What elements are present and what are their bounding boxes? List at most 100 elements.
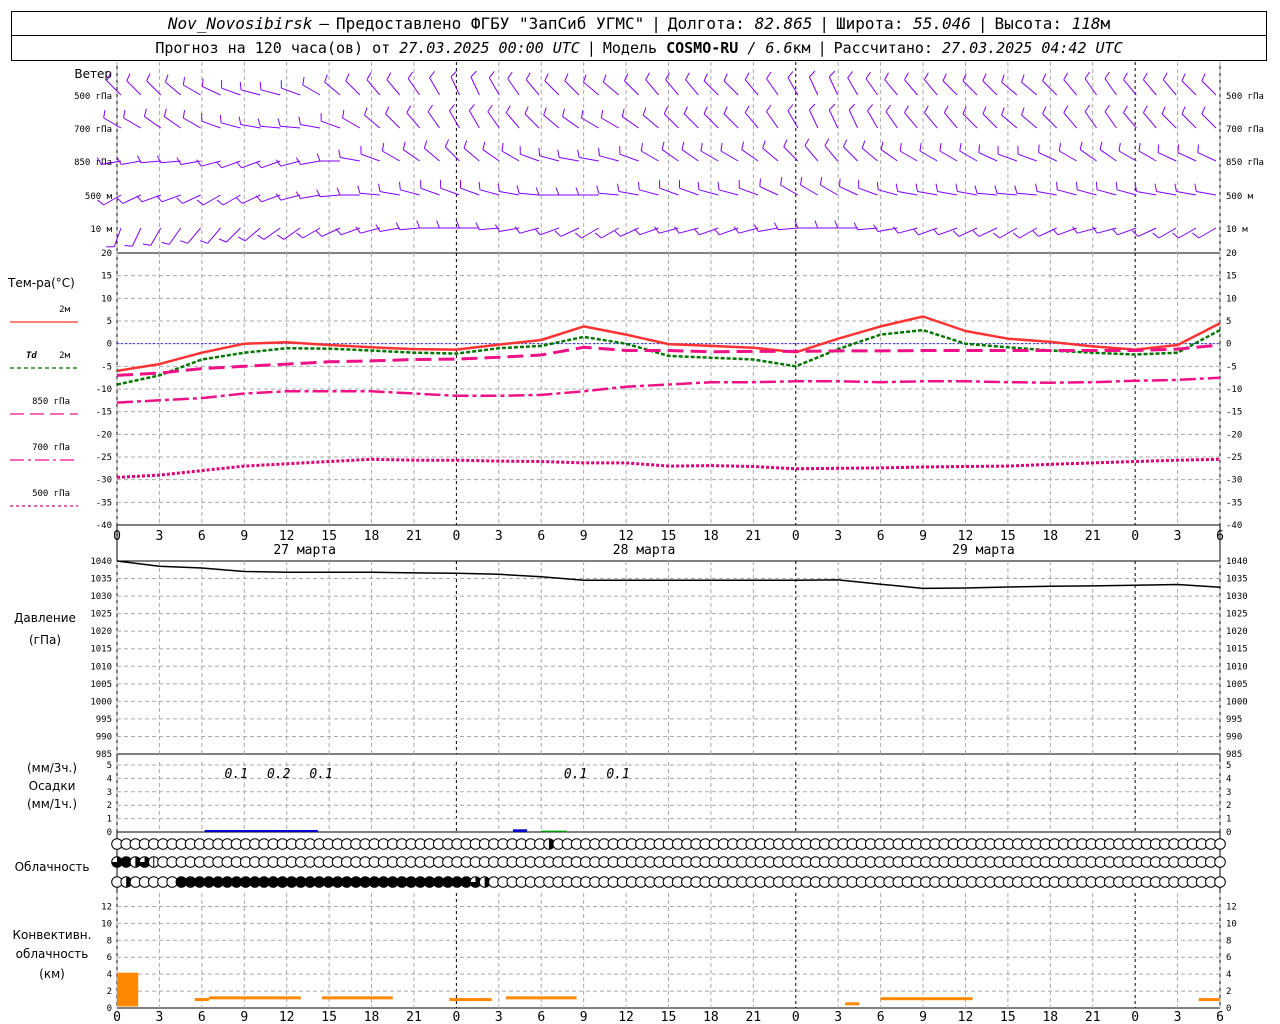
precip-value-label: 0.2: [267, 767, 291, 782]
wind-barb-flag: [1181, 106, 1186, 115]
wind-barb-flag: [505, 105, 511, 113]
wind-barb-staff: [1042, 80, 1058, 96]
x-tick-label-bottom: 15: [1000, 1010, 1016, 1024]
wind-barb-staff: [562, 116, 580, 129]
wind-barb-staff: [260, 125, 281, 129]
wind-barb-staff: [539, 155, 560, 162]
wind-barb-staff: [839, 186, 858, 196]
wind-barb-staff: [379, 227, 400, 232]
convective-bar: [194, 998, 209, 1002]
wind-barb-flag: [939, 143, 942, 152]
wind-barb-flag: [1142, 105, 1148, 113]
wind-barb-staff: [470, 76, 480, 96]
x-tick-label-bottom: 12: [618, 1010, 634, 1024]
wind-barb-staff: [113, 227, 122, 247]
wind-barb-flag: [982, 106, 987, 115]
wind-barb-flag: [959, 143, 962, 152]
wind-barb-staff: [1198, 227, 1217, 239]
wind-barb-staff: [880, 149, 898, 162]
wind-barb-staff: [1097, 189, 1117, 196]
precip-bar: [541, 830, 567, 833]
wind-barb-staff: [1181, 80, 1197, 96]
wind-barb-flag: [255, 161, 262, 169]
conv-title-2: облачность: [16, 947, 89, 961]
wind-barb-flag: [302, 77, 305, 86]
wind-barb-staff: [1143, 79, 1157, 96]
wind-barb-flag: [885, 104, 891, 112]
wind-barb-staff: [865, 78, 878, 96]
wind-barb-staff: [150, 227, 162, 246]
wind-barb-staff: [366, 79, 381, 96]
x-tick-label-bottom: 9: [240, 1010, 248, 1024]
wind-barb-flag: [919, 143, 922, 152]
wind-barb-staff: [1001, 81, 1018, 96]
wind-barb-flag: [853, 222, 859, 230]
wind-barb-staff: [723, 80, 739, 96]
wind-barb-staff: [168, 227, 182, 245]
wind-barb-flag: [974, 185, 978, 194]
wind-barb-flag: [1174, 183, 1177, 192]
wind-barb-staff: [1161, 113, 1177, 129]
wind-barb-flag: [683, 106, 688, 115]
wind-barb-staff: [978, 227, 998, 237]
wind-barb-staff: [300, 160, 321, 165]
wind-barb-flag: [355, 226, 361, 234]
wind-barb-staff: [808, 76, 819, 96]
conv-tick-left: 8: [107, 936, 112, 946]
wind-barb-staff: [321, 120, 341, 129]
wind-barb-staff: [978, 152, 998, 162]
pres-tick-left: 1035: [90, 575, 112, 585]
x-tick-label-bottom: 12: [958, 1010, 974, 1024]
wind-barb-flag: [298, 116, 301, 125]
wind-barb-staff: [300, 124, 321, 129]
pres-tick-left: 1005: [90, 680, 112, 690]
cloud-circle: [1214, 876, 1226, 888]
wind-barb-staff: [126, 80, 142, 96]
wind-barb-staff: [479, 189, 500, 196]
wind-barb-flag: [564, 73, 569, 82]
wind-barb-flag: [741, 141, 745, 150]
wind-title: Ветер: [74, 67, 112, 81]
wind-barb-staff: [718, 189, 739, 196]
temp-tick-right: 0: [1226, 340, 1231, 350]
wind-barb-staff: [683, 113, 699, 129]
wind-barb-flag: [385, 106, 390, 115]
wind-barb-staff: [482, 149, 500, 162]
wind-barb-staff: [450, 76, 460, 96]
wind-barb-flag: [867, 104, 873, 111]
pres-tick-right: 985: [1226, 750, 1242, 760]
x-tick-label-mid: 6: [1216, 529, 1224, 544]
wind-barb-flag: [935, 183, 938, 192]
wind-barb-staff: [661, 149, 679, 162]
wind-barb-flag: [880, 141, 884, 150]
wind-barb-flag: [239, 81, 242, 90]
wind-barb-flag: [932, 228, 939, 236]
precip-value-label: 0.1: [606, 767, 629, 782]
wind-barb-staff: [621, 116, 639, 129]
x-tick-label-mid: 3: [834, 529, 842, 544]
wind-barb-staff: [1063, 112, 1078, 129]
legend-label: 700 гПа: [32, 443, 70, 453]
wind-barb-flag: [544, 73, 549, 82]
wind-barb-flag: [865, 71, 871, 79]
wind-barb-flag: [216, 199, 224, 206]
wind-barb-flag: [201, 78, 204, 87]
day-label: 29 марта: [952, 543, 1015, 558]
wind-barb-staff: [824, 145, 839, 162]
wind-barb-flag: [759, 178, 761, 187]
x-tick-label-bottom: 3: [834, 1010, 842, 1024]
wind-barb-staff: [700, 150, 719, 162]
wind-barb-flag: [923, 105, 929, 113]
wind-barb-staff: [1156, 191, 1177, 196]
wind-barb-flag: [1075, 181, 1078, 190]
legend-prefix: Td: [26, 351, 37, 361]
wind-barb-staff: [207, 227, 221, 244]
x-tick-label-bottom: 12: [279, 1010, 295, 1024]
pres-tick-left: 1020: [90, 627, 112, 637]
conv-tick-left: 6: [107, 953, 112, 963]
wind-barb-flag: [982, 73, 987, 82]
x-tick-label-mid: 12: [279, 529, 295, 544]
wind-barb-staff: [857, 227, 878, 231]
wind-barb-staff: [741, 149, 759, 162]
wind-barb-flag: [562, 108, 565, 117]
